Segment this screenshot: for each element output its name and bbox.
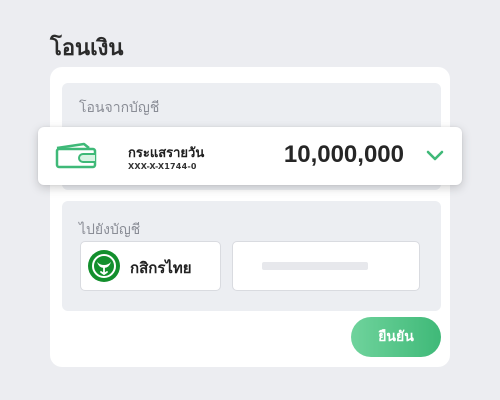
- chevron-down-icon[interactable]: [426, 149, 444, 161]
- account-number-input[interactable]: [232, 241, 420, 291]
- from-account-label: โอนจากบัญชี: [79, 100, 160, 116]
- confirm-button[interactable]: ยืนยัน: [351, 317, 441, 357]
- bank-name: กสิกรไทย: [130, 259, 192, 277]
- page-title: โอนเงิน: [50, 36, 124, 61]
- kbank-logo-icon: [88, 250, 120, 282]
- account-name: กระแสรายวัน: [128, 146, 205, 161]
- input-placeholder: [262, 262, 368, 270]
- bank-selector[interactable]: กสิกรไทย: [80, 241, 221, 291]
- wallet-icon: [55, 142, 97, 171]
- from-account-selector[interactable]: กระแสรายวัน XXX-X-X1744-0 10,000,000: [38, 127, 462, 185]
- account-number: XXX-X-X1744-0: [128, 162, 197, 171]
- to-account-label: ไปยังบัญชี: [79, 222, 141, 238]
- account-balance: 10,000,000: [283, 141, 404, 168]
